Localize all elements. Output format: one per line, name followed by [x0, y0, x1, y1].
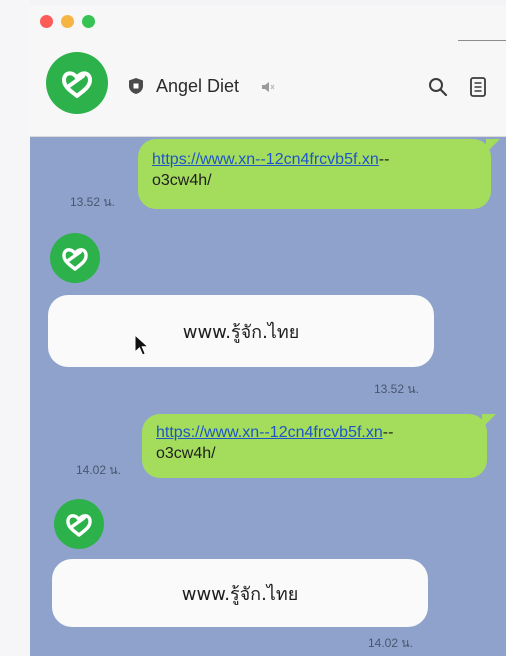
message-link[interactable]: https://www.xn--12cn4frcvb5f.xn — [152, 151, 379, 168]
screen: Angel Diet https://www.xn--12cn4frcvb5f.… — [0, 0, 506, 656]
incoming-message-bubble[interactable]: www.รู้จัก.ไทย — [48, 295, 434, 367]
message-text: -- — [382, 424, 394, 441]
zoom-window-button[interactable] — [82, 15, 95, 28]
message-time: 13.52 น. — [374, 382, 419, 396]
outgoing-message-bubble[interactable]: https://www.xn--12cn4frcvb5f.xn-- o3cw4h… — [142, 414, 496, 478]
message-text: www.รู้จัก.ไทย — [181, 583, 299, 605]
mute-speaker-icon[interactable] — [260, 80, 276, 94]
message-text: -- — [378, 151, 390, 168]
message-text: o3cw4h/ — [152, 172, 212, 189]
message-time: 14.02 น. — [368, 636, 413, 650]
outgoing-message-bubble[interactable]: https://www.xn--12cn4frcvb5f.xn-- o3cw4h… — [138, 139, 500, 209]
heart-logo-icon — [62, 248, 88, 271]
search-icon[interactable] — [428, 77, 448, 97]
divider — [458, 40, 506, 41]
message-time: 14.02 น. — [76, 463, 121, 477]
message-text: www.รู้จัก.ไทย — [182, 321, 300, 343]
close-window-button[interactable] — [40, 15, 53, 28]
message-link[interactable]: https://www.xn--12cn4frcvb5f.xn — [156, 424, 383, 441]
chat-avatar[interactable] — [46, 52, 108, 114]
message-text: o3cw4h/ — [156, 445, 216, 462]
notes-icon[interactable] — [470, 77, 486, 97]
bubble-tail — [482, 414, 496, 428]
bubble-tail — [486, 139, 500, 153]
chat-header: Angel Diet — [30, 6, 506, 137]
sender-avatar[interactable] — [54, 499, 104, 549]
desktop-background — [0, 0, 30, 656]
incoming-message-bubble[interactable]: www.รู้จัก.ไทย — [52, 559, 428, 627]
shield-icon — [129, 78, 143, 94]
minimize-window-button[interactable] — [61, 15, 74, 28]
chat-window: Angel Diet https://www.xn--12cn4frcvb5f.… — [30, 6, 506, 656]
message-list[interactable]: https://www.xn--12cn4frcvb5f.xn-- o3cw4h… — [30, 137, 506, 656]
heart-logo-icon — [66, 514, 92, 537]
mouse-cursor-icon — [134, 334, 150, 356]
sender-avatar[interactable] — [50, 233, 100, 283]
chat-title: Angel Diet — [156, 76, 240, 96]
heart-logo-icon — [62, 71, 92, 98]
message-time: 13.52 น. — [70, 195, 115, 209]
